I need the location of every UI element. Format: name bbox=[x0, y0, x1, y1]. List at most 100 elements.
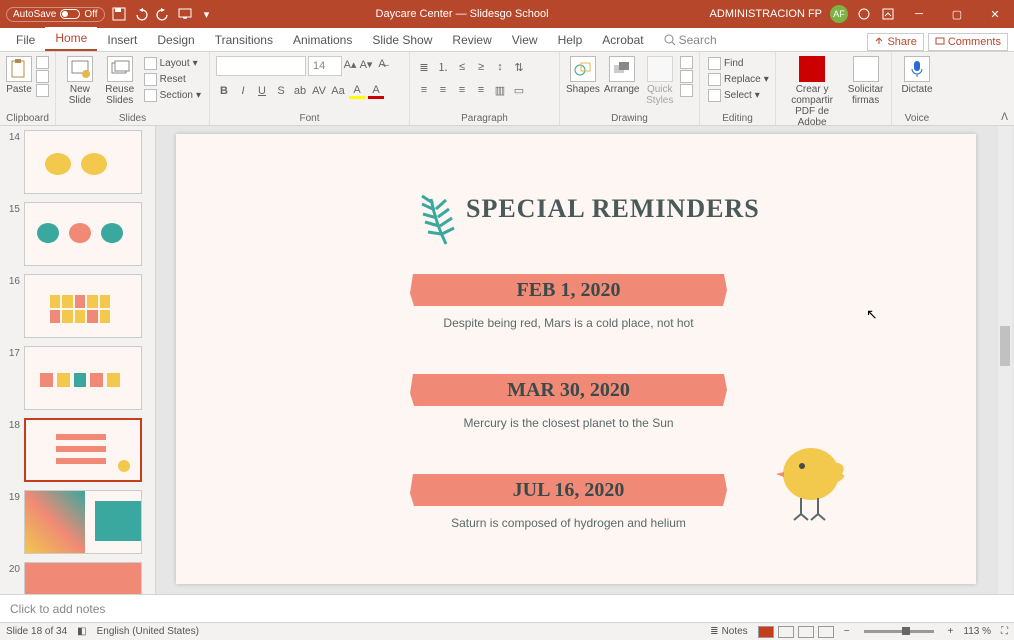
thumbnail-16[interactable] bbox=[24, 274, 142, 338]
numbering-icon[interactable]: ⒈ bbox=[435, 59, 451, 75]
align-center-icon[interactable]: ≡ bbox=[435, 82, 451, 98]
search-box[interactable]: Search bbox=[654, 29, 727, 51]
slide-canvas[interactable]: SPECIAL REMINDERS FEB 1, 2020 Despite be… bbox=[176, 134, 976, 584]
strike-icon[interactable]: S bbox=[273, 83, 289, 99]
spacing-icon[interactable]: AV bbox=[311, 83, 327, 99]
decrease-font-icon[interactable]: A▾ bbox=[358, 56, 374, 72]
underline-icon[interactable]: U bbox=[254, 83, 270, 99]
reminder-3[interactable]: JUL 16, 2020 Saturn is composed of hydro… bbox=[416, 474, 721, 530]
vertical-scrollbar[interactable] bbox=[998, 126, 1012, 594]
tab-help[interactable]: Help bbox=[548, 29, 593, 51]
bold-icon[interactable]: B bbox=[216, 83, 232, 99]
section-button[interactable]: Section ▾ bbox=[142, 88, 203, 103]
quick-styles-button[interactable]: Quick Styles bbox=[644, 56, 677, 106]
case-icon[interactable]: Aa bbox=[330, 83, 346, 99]
request-sign-button[interactable]: Solicitar firmas bbox=[846, 56, 885, 106]
share-button[interactable]: Share bbox=[867, 33, 923, 51]
clear-format-icon[interactable]: A̶ bbox=[374, 56, 390, 72]
find-button[interactable]: Find bbox=[706, 56, 771, 71]
tab-review[interactable]: Review bbox=[442, 29, 501, 51]
close-button[interactable]: ✕ bbox=[980, 4, 1010, 24]
select-button[interactable]: Select ▾ bbox=[706, 88, 771, 103]
dictate-button[interactable]: Dictate bbox=[898, 56, 936, 95]
share-pdf-button[interactable]: Crear y compartir PDF de Adobe bbox=[782, 56, 842, 128]
sorter-view-icon[interactable] bbox=[778, 626, 794, 638]
tab-slideshow[interactable]: Slide Show bbox=[362, 29, 442, 51]
tab-transitions[interactable]: Transitions bbox=[205, 29, 283, 51]
reuse-slides-button[interactable]: Reuse Slides bbox=[102, 56, 138, 106]
reminder-2[interactable]: MAR 30, 2020 Mercury is the closest plan… bbox=[416, 374, 721, 430]
justify-icon[interactable]: ≡ bbox=[473, 82, 489, 98]
save-icon[interactable] bbox=[111, 6, 127, 22]
undo-icon[interactable] bbox=[133, 6, 149, 22]
thumbnail-panel[interactable]: 14 15 16 17 18 19 20 bbox=[0, 126, 156, 594]
shape-fill-icon[interactable] bbox=[680, 56, 693, 69]
thumbnail-20[interactable] bbox=[24, 562, 142, 594]
tab-view[interactable]: View bbox=[502, 29, 548, 51]
shadow-icon[interactable]: ab bbox=[292, 83, 308, 99]
increase-font-icon[interactable]: A▴ bbox=[342, 56, 358, 72]
qat-more-icon[interactable]: ▾ bbox=[199, 6, 215, 22]
text-direction-icon[interactable]: ⇅ bbox=[511, 59, 527, 75]
replace-button[interactable]: Replace ▾ bbox=[706, 72, 771, 87]
slide-position[interactable]: Slide 18 of 34 bbox=[6, 626, 67, 637]
new-slide-button[interactable]: New Slide bbox=[62, 56, 98, 106]
scrollbar-thumb[interactable] bbox=[1000, 326, 1010, 366]
maximize-button[interactable]: ▢ bbox=[942, 4, 972, 24]
zoom-slider[interactable] bbox=[864, 630, 934, 633]
collapse-ribbon-icon[interactable]: ᐱ bbox=[1001, 112, 1008, 123]
normal-view-icon[interactable] bbox=[758, 626, 774, 638]
tab-design[interactable]: Design bbox=[147, 29, 204, 51]
comments-button[interactable]: Comments bbox=[928, 33, 1008, 51]
accessibility-icon[interactable]: ◧ bbox=[77, 626, 86, 637]
tab-file[interactable]: File bbox=[6, 29, 45, 51]
indent-dec-icon[interactable]: ≤ bbox=[454, 59, 470, 75]
italic-icon[interactable]: I bbox=[235, 83, 251, 99]
font-size-combo[interactable]: 14 bbox=[308, 56, 342, 76]
slide-editor[interactable]: SPECIAL REMINDERS FEB 1, 2020 Despite be… bbox=[156, 126, 1014, 594]
align-left-icon[interactable]: ≡ bbox=[416, 82, 432, 98]
user-avatar[interactable]: AF bbox=[830, 5, 848, 23]
indent-inc-icon[interactable]: ≥ bbox=[473, 59, 489, 75]
language-status[interactable]: English (United States) bbox=[97, 626, 199, 637]
highlight-icon[interactable]: A bbox=[349, 83, 365, 99]
zoom-in-icon[interactable]: + bbox=[948, 626, 954, 637]
thumbnail-15[interactable] bbox=[24, 202, 142, 266]
format-painter-icon[interactable] bbox=[36, 84, 49, 97]
bullets-icon[interactable]: ≣ bbox=[416, 59, 432, 75]
line-spacing-icon[interactable]: ↕ bbox=[492, 59, 508, 75]
slide-title[interactable]: SPECIAL REMINDERS bbox=[466, 194, 760, 224]
smartart-icon[interactable]: ▭ bbox=[511, 82, 527, 98]
tab-home[interactable]: Home bbox=[45, 27, 97, 51]
shape-outline-icon[interactable] bbox=[680, 70, 693, 83]
ribbon-options-icon[interactable] bbox=[880, 6, 896, 22]
slideshow-view-icon[interactable] bbox=[818, 626, 834, 638]
thumbnail-18[interactable] bbox=[24, 418, 142, 482]
reading-view-icon[interactable] bbox=[798, 626, 814, 638]
arrange-button[interactable]: Arrange bbox=[604, 56, 640, 95]
tab-insert[interactable]: Insert bbox=[97, 29, 147, 51]
font-color-icon[interactable]: A bbox=[368, 83, 384, 99]
cut-icon[interactable] bbox=[36, 56, 49, 69]
shapes-button[interactable]: Shapes bbox=[566, 56, 600, 95]
zoom-level[interactable]: 113 % bbox=[963, 626, 991, 637]
slideshow-icon[interactable] bbox=[177, 6, 193, 22]
redo-icon[interactable] bbox=[155, 6, 171, 22]
copy-icon[interactable] bbox=[36, 70, 49, 83]
coming-soon-icon[interactable] bbox=[856, 6, 872, 22]
notes-pane[interactable]: Click to add notes bbox=[0, 594, 1014, 622]
columns-icon[interactable]: ▥ bbox=[492, 82, 508, 98]
shape-effects-icon[interactable] bbox=[680, 84, 693, 97]
zoom-out-icon[interactable]: − bbox=[844, 626, 850, 637]
notes-toggle[interactable]: ≣ Notes bbox=[710, 626, 748, 637]
minimize-button[interactable]: ─ bbox=[904, 4, 934, 24]
align-right-icon[interactable]: ≡ bbox=[454, 82, 470, 98]
tab-acrobat[interactable]: Acrobat bbox=[592, 29, 653, 51]
fit-window-icon[interactable]: ⛶ bbox=[1001, 626, 1008, 637]
layout-button[interactable]: Layout ▾ bbox=[142, 56, 203, 71]
reset-button[interactable]: Reset bbox=[142, 72, 203, 87]
thumbnail-19[interactable] bbox=[24, 490, 142, 554]
thumbnail-17[interactable] bbox=[24, 346, 142, 410]
tab-animations[interactable]: Animations bbox=[283, 29, 362, 51]
autosave-toggle[interactable]: AutoSave Off bbox=[6, 7, 105, 22]
